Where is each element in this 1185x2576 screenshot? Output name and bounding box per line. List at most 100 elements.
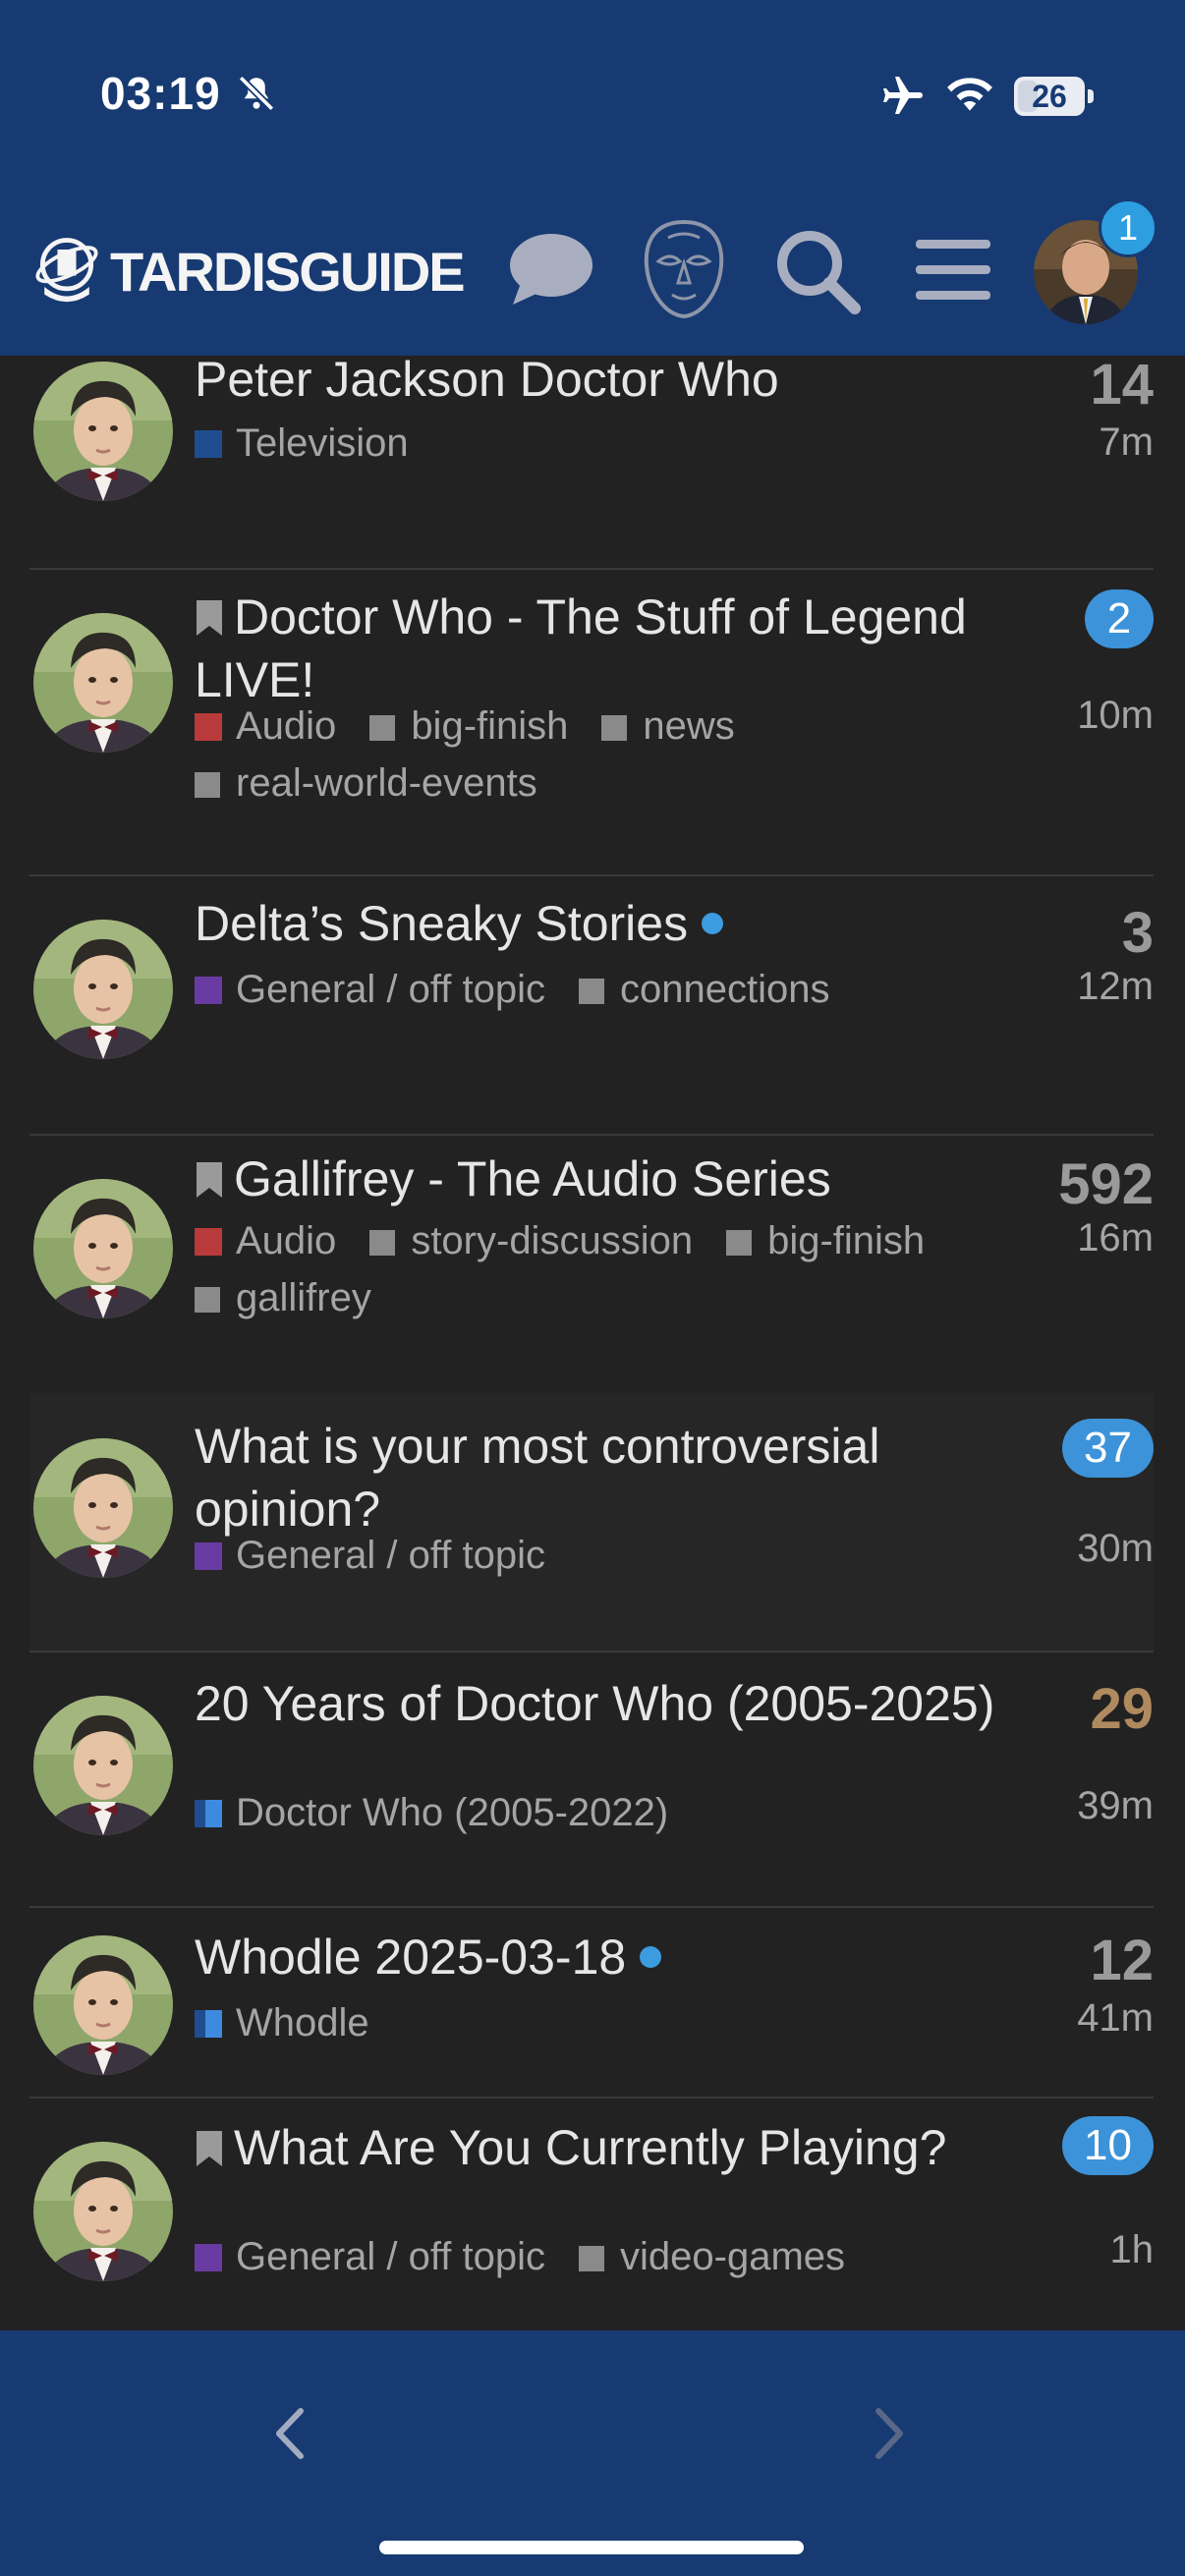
home-indicator[interactable] xyxy=(379,2541,804,2554)
unread-dot xyxy=(702,913,724,934)
unread-count-badge[interactable]: 2 xyxy=(1085,589,1154,648)
last-activity-time[interactable]: 12m xyxy=(1077,965,1154,1009)
topic-row[interactable]: What is your most controversial opinion?… xyxy=(29,1393,1154,1652)
category-name[interactable]: General / off topic xyxy=(236,968,545,1011)
topic-row[interactable]: Peter Jackson Doctor Who Television 14 7m xyxy=(29,356,1154,570)
tag[interactable]: story-discussion xyxy=(369,1212,693,1269)
tag-label[interactable]: real-world-events xyxy=(236,761,537,805)
reply-count[interactable]: 29 xyxy=(1090,1676,1154,1742)
reply-count[interactable]: 14 xyxy=(1090,356,1154,418)
category-name[interactable]: General / off topic xyxy=(236,1534,545,1577)
poster-avatar[interactable] xyxy=(33,1179,173,1318)
poster-avatar[interactable] xyxy=(33,362,173,501)
poster-avatar[interactable] xyxy=(33,2142,173,2281)
topic-title-text[interactable]: 20 Years of Doctor Who (2005-2025) xyxy=(195,1676,994,1731)
tag[interactable]: gallifrey xyxy=(195,1269,371,1326)
unread-count-badge[interactable]: 37 xyxy=(1062,1419,1154,1478)
tag-label[interactable]: video-games xyxy=(620,2235,845,2278)
topic-title-text[interactable]: Whodle 2025-03-18 xyxy=(195,1930,626,1985)
tag[interactable]: real-world-events xyxy=(195,755,537,812)
chat-icon[interactable] xyxy=(507,230,595,308)
topic-title[interactable]: What is your most controversial opinion? xyxy=(195,1415,1000,1540)
site-logo-text[interactable]: TARDISGUIDE xyxy=(110,240,466,304)
tag-icon xyxy=(369,715,396,741)
category-badge[interactable]: Doctor Who (2005-2022) xyxy=(195,1784,668,1841)
topic-row[interactable]: Whodle 2025-03-18 Whodle 12 41m xyxy=(29,1906,1154,2099)
tag-label[interactable]: story-discussion xyxy=(411,1219,693,1262)
category-name[interactable]: General / off topic xyxy=(236,2235,545,2278)
last-activity-time[interactable]: 7m xyxy=(1099,420,1154,465)
topic-row[interactable]: Delta’s Sneaky Stories General / off topi… xyxy=(29,874,1154,1136)
last-activity-time[interactable]: 39m xyxy=(1077,1784,1154,1828)
category-badge[interactable]: Whodle xyxy=(195,1994,369,2051)
tag-label[interactable]: big-finish xyxy=(767,1219,925,1262)
reply-count[interactable]: 12 xyxy=(1090,1928,1154,1993)
tag-label[interactable]: connections xyxy=(620,968,829,1011)
topic-row[interactable]: What Are You Currently Playing? General /… xyxy=(29,2097,1154,2330)
category-color-swatch xyxy=(195,1228,222,1256)
last-activity-time[interactable]: 10m xyxy=(1077,694,1154,738)
tag[interactable]: connections xyxy=(579,961,829,1018)
topic-row[interactable]: Doctor Who - The Stuff of Legend LIVE! Au… xyxy=(29,568,1154,876)
category-name[interactable]: Television xyxy=(236,421,409,465)
category-badge[interactable]: Audio xyxy=(195,698,336,755)
tag-icon xyxy=(579,2246,604,2271)
status-bar: 03:19 26 xyxy=(0,0,1185,196)
category-badge[interactable]: General / off topic xyxy=(195,1527,545,1584)
last-activity-time[interactable]: 16m xyxy=(1077,1216,1154,1260)
back-chevron-icon[interactable] xyxy=(265,2399,314,2468)
search-icon[interactable] xyxy=(772,226,863,316)
tag[interactable]: news xyxy=(601,698,735,755)
tardisguide-logo-icon[interactable] xyxy=(29,231,104,306)
tag[interactable]: big-finish xyxy=(369,698,568,755)
category-badge[interactable]: Television xyxy=(195,415,409,472)
category-badge[interactable]: General / off topic xyxy=(195,961,545,1018)
category-badge[interactable]: Audio xyxy=(195,1212,336,1269)
topic-title[interactable]: Gallifrey - The Audio Series xyxy=(195,1148,1000,1210)
poster-avatar[interactable] xyxy=(33,1696,173,1835)
topic-title-text[interactable]: Doctor Who - The Stuff of Legend LIVE! xyxy=(195,589,967,707)
tag[interactable]: big-finish xyxy=(726,1212,925,1269)
poster-avatar[interactable] xyxy=(33,920,173,1059)
topic-title-text[interactable]: Peter Jackson Doctor Who xyxy=(195,356,779,407)
wifi-icon xyxy=(947,78,992,111)
category-name[interactable]: Audio xyxy=(236,704,336,748)
topic-title[interactable]: Whodle 2025-03-18 xyxy=(195,1926,1000,1988)
reply-count[interactable]: 592 xyxy=(1058,1151,1154,1217)
mask-face-icon[interactable] xyxy=(639,218,729,320)
poster-avatar[interactable] xyxy=(33,613,173,753)
topic-title[interactable]: Peter Jackson Doctor Who xyxy=(195,356,1000,411)
category-name[interactable]: Whodle xyxy=(236,2001,369,2044)
last-activity-time[interactable]: 41m xyxy=(1077,1996,1154,2041)
poster-avatar[interactable] xyxy=(33,1935,173,2075)
topic-title[interactable]: Doctor Who - The Stuff of Legend LIVE! xyxy=(195,586,1000,711)
forward-chevron-icon[interactable] xyxy=(865,2399,914,2468)
topic-title-text[interactable]: Gallifrey - The Audio Series xyxy=(234,1151,831,1206)
unread-count-badge[interactable]: 10 xyxy=(1062,2116,1154,2175)
category-badge[interactable]: General / off topic xyxy=(195,2228,545,2285)
poster-avatar[interactable] xyxy=(33,1438,173,1578)
topic-title[interactable]: What Are You Currently Playing? xyxy=(195,2116,1000,2179)
topic-title-text[interactable]: What Are You Currently Playing? xyxy=(234,2120,946,2175)
topic-meta: Television xyxy=(195,415,1010,472)
notification-badge[interactable]: 1 xyxy=(1099,198,1157,257)
topic-title[interactable]: 20 Years of Doctor Who (2005-2025) xyxy=(195,1672,1000,1735)
tag-label[interactable]: gallifrey xyxy=(236,1276,371,1319)
reply-count[interactable]: 3 xyxy=(1122,900,1154,966)
topic-title-text[interactable]: Delta’s Sneaky Stories xyxy=(195,896,688,951)
last-activity-time[interactable]: 1h xyxy=(1110,2228,1155,2272)
category-name[interactable]: Doctor Who (2005-2022) xyxy=(236,1791,668,1834)
topic-title-text[interactable]: What is your most controversial opinion? xyxy=(195,1419,879,1537)
topic-meta: General / off topic video-games xyxy=(195,2228,1010,2285)
tag[interactable]: video-games xyxy=(579,2228,845,2285)
category-name[interactable]: Audio xyxy=(236,1219,336,1262)
topic-row[interactable]: 20 Years of Doctor Who (2005-2025) Doctor… xyxy=(29,1651,1154,1908)
tag-label[interactable]: big-finish xyxy=(411,704,568,748)
tag-label[interactable]: news xyxy=(643,704,734,748)
last-activity-time[interactable]: 30m xyxy=(1077,1527,1154,1571)
bookmark-icon xyxy=(197,1162,222,1198)
category-color-swatch xyxy=(195,1800,222,1827)
hamburger-menu-icon[interactable] xyxy=(914,234,992,307)
topic-title[interactable]: Delta’s Sneaky Stories xyxy=(195,892,1000,955)
topic-row[interactable]: Gallifrey - The Audio Series Audio story-d… xyxy=(29,1134,1154,1395)
